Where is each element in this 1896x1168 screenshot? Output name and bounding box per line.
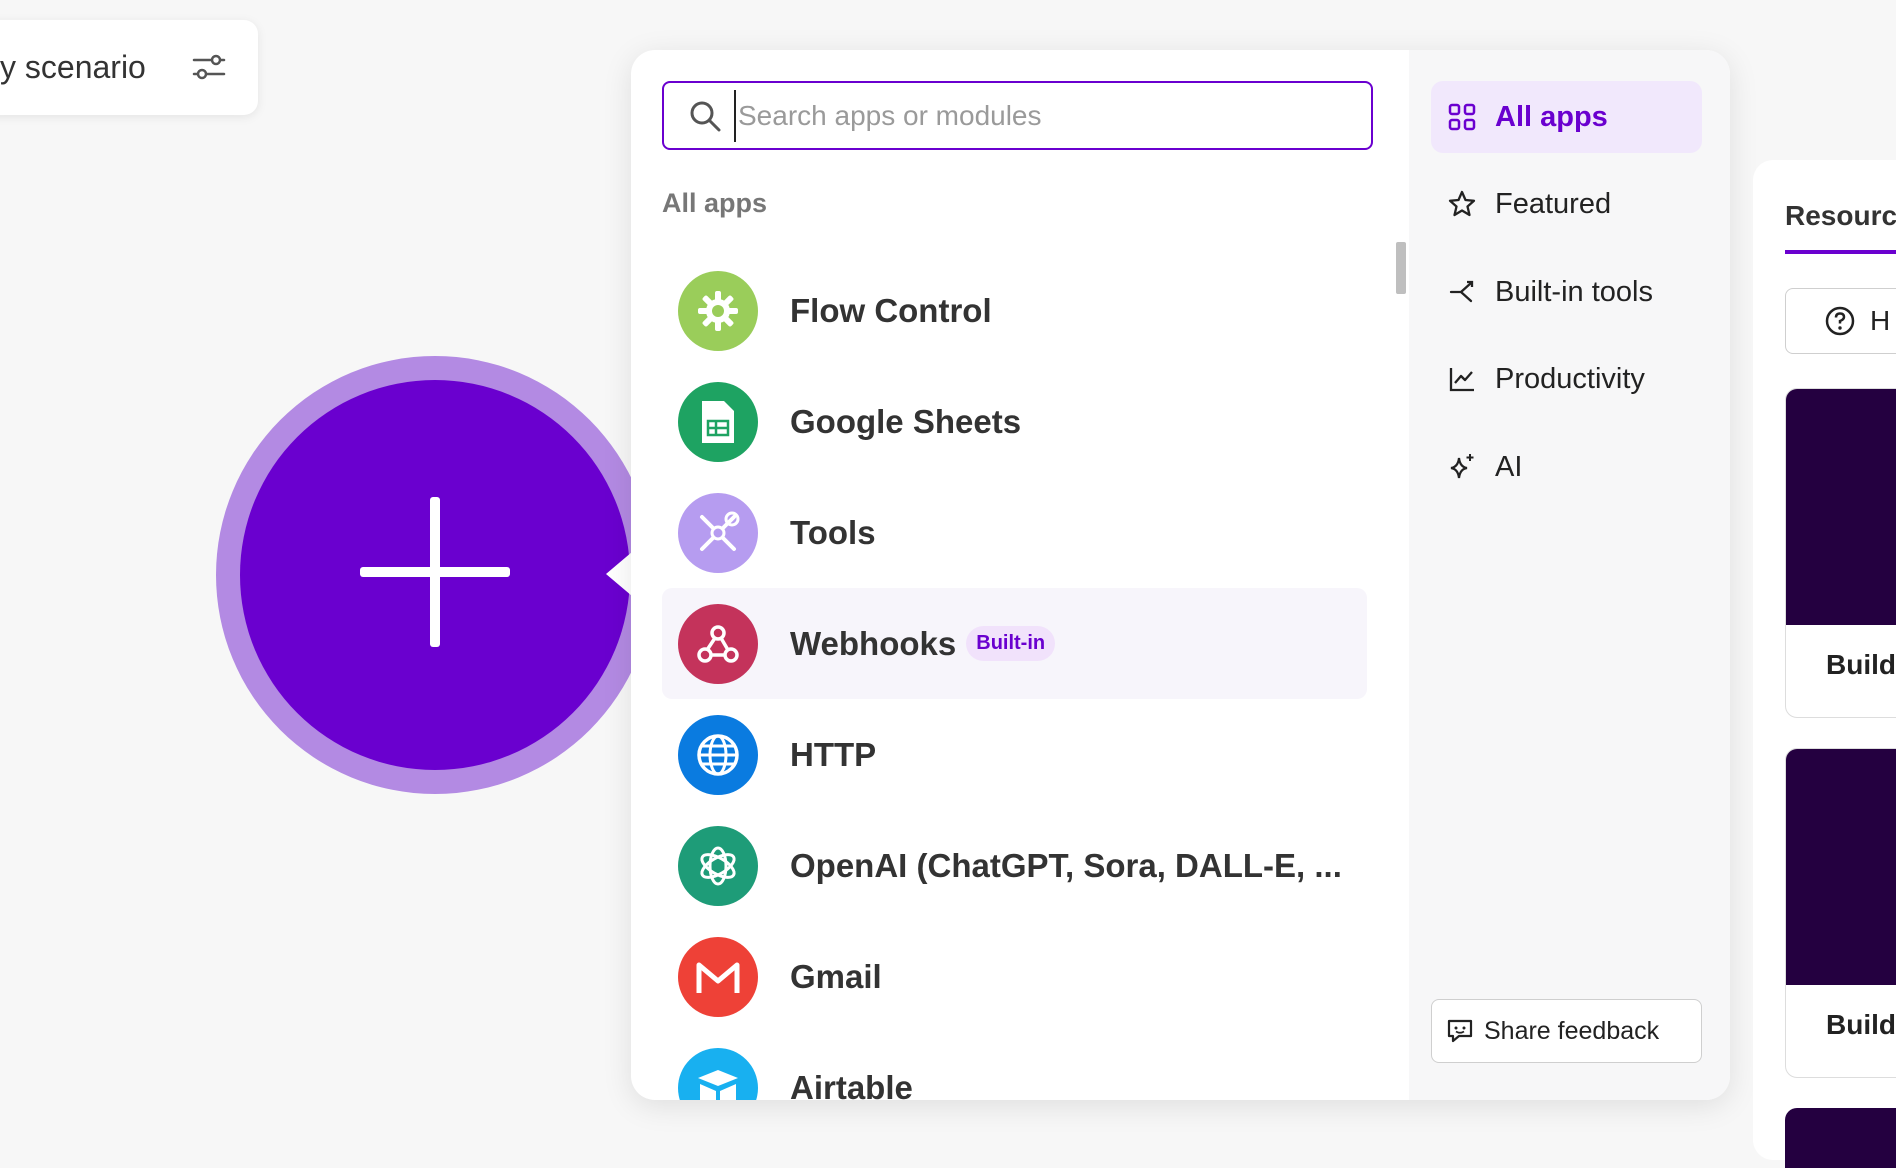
section-label: All apps xyxy=(662,188,768,218)
search-box[interactable] xyxy=(662,81,1373,150)
category-all-apps[interactable]: All apps xyxy=(1431,81,1702,153)
built-in-badge: Built-in xyxy=(966,626,1056,661)
category-ai[interactable]: AI xyxy=(1431,431,1702,503)
resource-card-partial[interactable] xyxy=(1785,1108,1896,1168)
airtable-icon xyxy=(678,1047,758,1100)
tools-icon xyxy=(678,492,758,573)
scenario-name[interactable]: y scenario xyxy=(0,49,146,86)
gear-icon xyxy=(678,270,758,351)
category-featured[interactable]: Featured xyxy=(1431,168,1702,240)
plus-icon[interactable] xyxy=(360,497,510,647)
app-row-http[interactable]: HTTP xyxy=(662,699,1367,810)
resource-card-title: Build xyxy=(1826,649,1896,680)
tab-underline xyxy=(1785,250,1896,254)
webhook-icon xyxy=(678,603,758,684)
scenario-name-bar[interactable]: y scenario xyxy=(0,20,258,115)
app-list-scrollbar[interactable] xyxy=(1396,242,1406,294)
help-button[interactable]: H xyxy=(1785,288,1896,354)
star-icon xyxy=(1448,190,1476,217)
grid-icon xyxy=(1448,103,1476,131)
app-name: Airtable xyxy=(790,1068,913,1101)
sheets-icon xyxy=(678,381,758,462)
app-name: HTTP xyxy=(790,735,877,773)
search-input[interactable] xyxy=(734,89,1340,142)
resource-card-title: Build xyxy=(1826,1009,1896,1040)
resource-card-image xyxy=(1786,389,1896,625)
category-label: Built-in tools xyxy=(1495,275,1653,308)
app-name: Webhooks xyxy=(790,624,957,662)
category-column: All apps Featured Built-in tools Product… xyxy=(1409,50,1730,1100)
app-name: Flow Control xyxy=(790,291,992,329)
app-name: OpenAI (ChatGPT, Sora, DALL-E, ... xyxy=(790,846,1342,884)
search-icon xyxy=(690,101,721,131)
category-label: All apps xyxy=(1495,100,1608,133)
category-built-in-tools[interactable]: Built-in tools xyxy=(1431,256,1702,328)
app-name: Gmail xyxy=(790,957,882,995)
app-row-openai[interactable]: OpenAI (ChatGPT, Sora, DALL-E, ... xyxy=(662,810,1367,921)
globe-icon xyxy=(678,714,758,795)
openai-icon xyxy=(678,825,758,906)
category-productivity[interactable]: Productivity xyxy=(1431,343,1702,415)
category-label: Featured xyxy=(1495,187,1612,220)
branch-icon xyxy=(1449,280,1474,303)
app-row-airtable[interactable]: Airtable xyxy=(662,1032,1367,1100)
category-label: AI xyxy=(1495,450,1523,483)
tab-resources[interactable]: Resourc xyxy=(1785,200,1896,232)
share-feedback-button[interactable]: Share feedback xyxy=(1431,999,1702,1063)
panel-pointer xyxy=(606,552,632,596)
feedback-icon xyxy=(1447,1019,1473,1043)
chart-icon xyxy=(1449,368,1474,392)
app-row-tools[interactable]: Tools xyxy=(662,477,1367,588)
help-icon xyxy=(1825,306,1855,336)
app-picker-panel: All apps Flow Cont xyxy=(631,50,1730,1100)
app-list-column: All apps Flow Cont xyxy=(631,50,1409,1100)
resource-card[interactable]: Build xyxy=(1785,748,1896,1078)
help-label: H xyxy=(1870,305,1891,336)
app-row-gmail[interactable]: Gmail xyxy=(662,921,1367,1032)
resource-card-image xyxy=(1786,749,1896,985)
app-name: Google Sheets xyxy=(790,402,1022,440)
gmail-icon xyxy=(678,936,758,1017)
app-name: Tools xyxy=(790,513,876,551)
category-label: Productivity xyxy=(1495,362,1645,395)
app-list: Flow Control Google Sheets Tools Webhook… xyxy=(662,255,1367,1100)
resource-card[interactable]: Build xyxy=(1785,388,1896,718)
share-feedback-label: Share feedback xyxy=(1484,1016,1660,1045)
app-row-flow-control[interactable]: Flow Control xyxy=(662,255,1367,366)
sparkle-icon xyxy=(1450,454,1474,479)
resources-panel: Resourc H Build Build xyxy=(1753,160,1896,1168)
app-row-google-sheets[interactable]: Google Sheets xyxy=(662,366,1367,477)
app-row-webhooks[interactable]: Webhooks Built-in xyxy=(662,588,1367,699)
settings-sliders-icon[interactable] xyxy=(192,52,226,82)
